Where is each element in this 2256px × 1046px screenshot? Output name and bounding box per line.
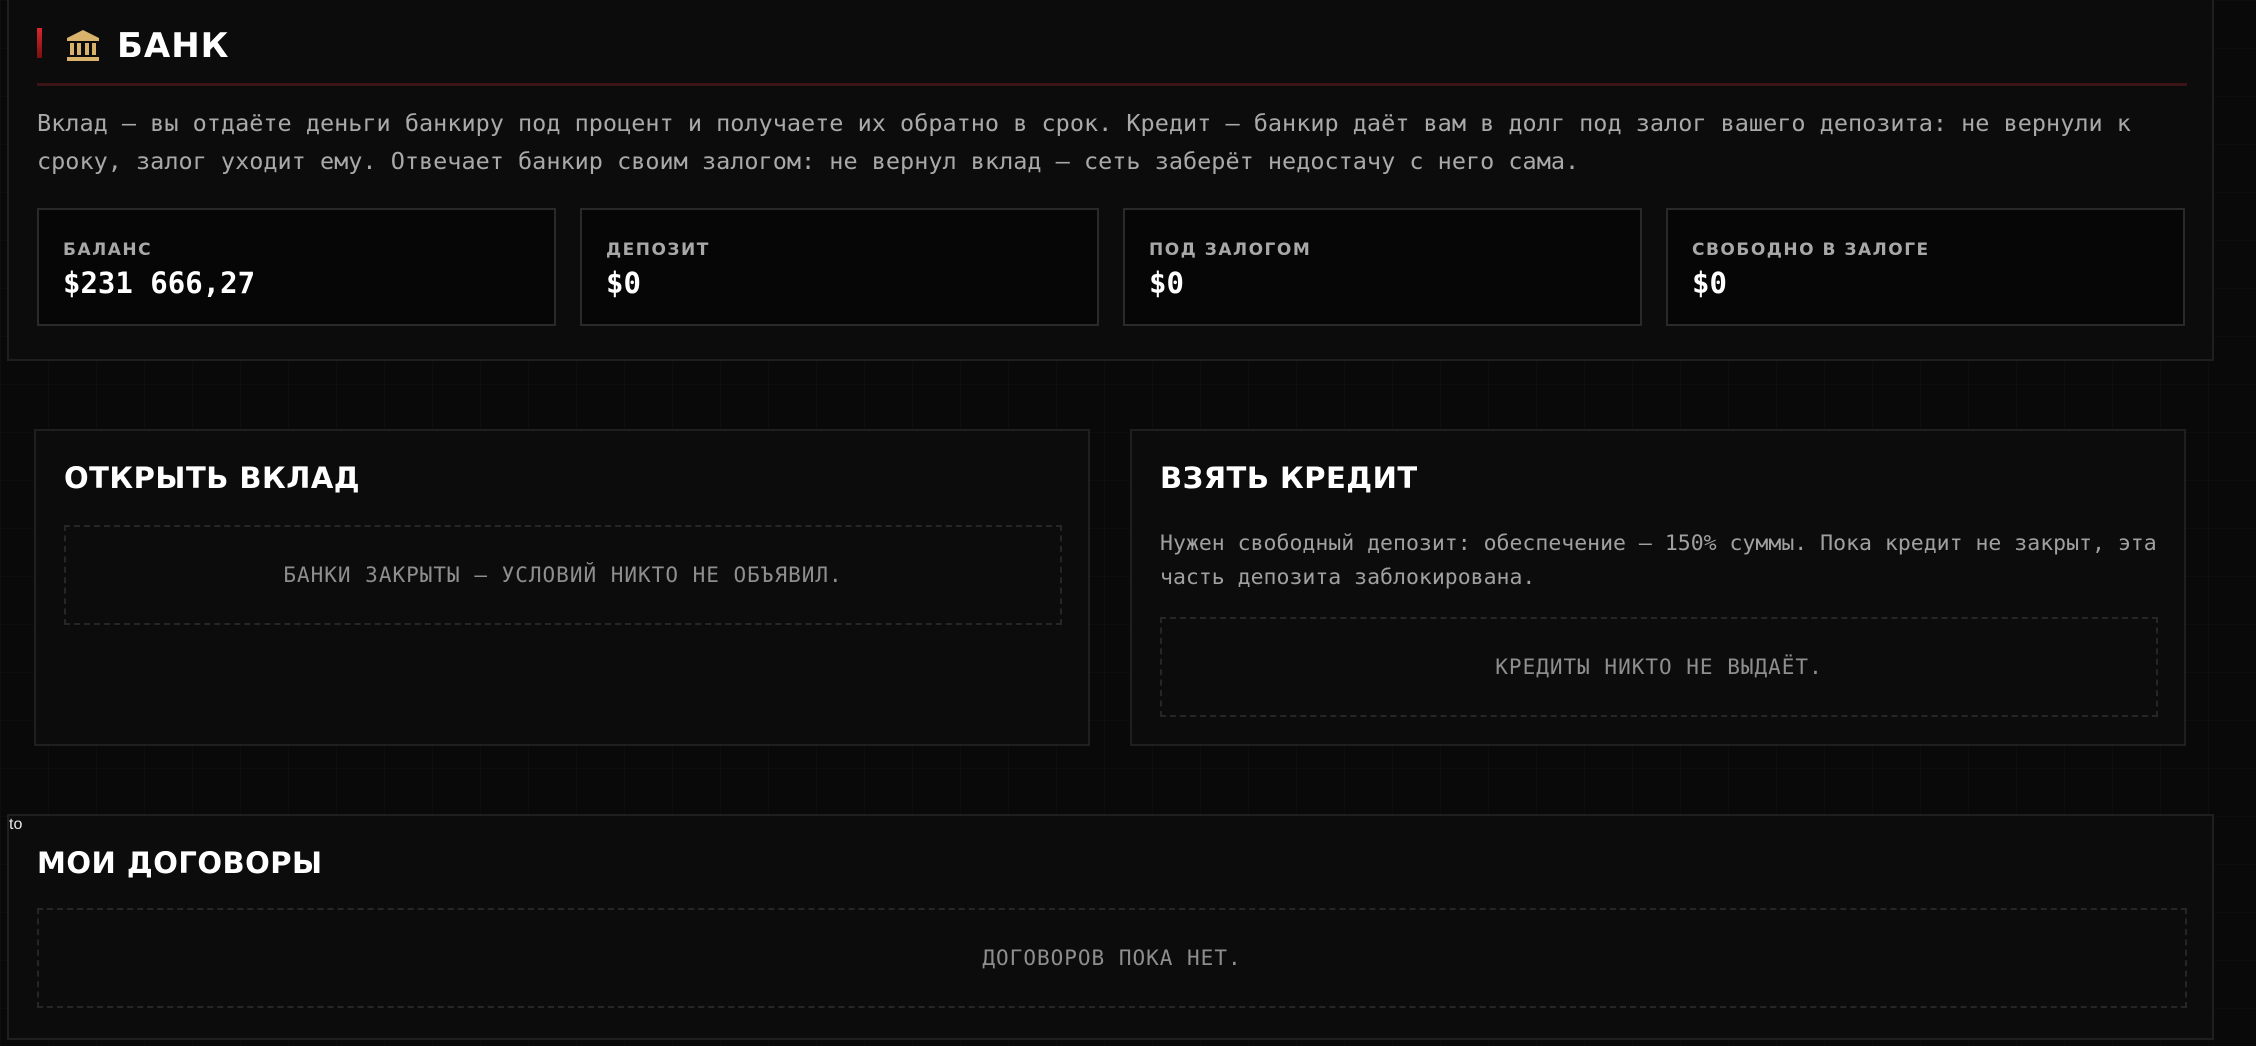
credit-empty-state: Кредиты никто не выдаёт. xyxy=(1160,617,2158,717)
stat-label: ДЕПОЗИТ xyxy=(606,240,710,260)
stat-label: БАЛАНС xyxy=(63,240,153,260)
contracts-empty-state: Договоров пока нет. xyxy=(37,908,2187,1008)
stat-card-deposit: ДЕПОЗИТ $0 xyxy=(580,208,1099,326)
my-contracts-panel: МОИ ДОГОВОРЫ to Договоров пока нет. xyxy=(7,814,2214,1040)
bank-header: БАНК xyxy=(37,26,2187,86)
take-credit-panel: ВЗЯТЬ КРЕДИТ Нужен свободный депозит: об… xyxy=(1130,429,2186,746)
stat-value: $231 666,27 xyxy=(63,266,256,300)
stat-value: $0 xyxy=(1692,266,1727,300)
stat-label: ПОД ЗАЛОГОМ xyxy=(1149,240,1312,260)
accent-bar xyxy=(37,28,42,58)
contracts-title: МОИ ДОГОВОРЫ xyxy=(37,846,323,880)
bank-panel: БАНК Вклад — вы отдаёте деньги банкиру п… xyxy=(7,0,2214,361)
stat-card-free-collateral: СВОБОДНО В ЗАЛОГЕ $0 xyxy=(1666,208,2185,326)
stat-card-collateral: ПОД ЗАЛОГОМ $0 xyxy=(1123,208,1642,326)
credit-description: Нужен свободный депозит: обеспечение — 1… xyxy=(1160,531,2157,590)
bank-building-icon xyxy=(67,30,99,61)
bank-description: Вклад — вы отдаёте деньги банкиру под пр… xyxy=(37,109,2131,175)
credit-title: ВЗЯТЬ КРЕДИТ xyxy=(1160,461,1418,495)
open-deposit-panel: ОТКРЫТЬ ВКЛАД Банки закрыты — условий ни… xyxy=(34,429,1090,746)
deposit-title: ОТКРЫТЬ ВКЛАД xyxy=(64,461,361,495)
stat-label: СВОБОДНО В ЗАЛОГЕ xyxy=(1692,240,1930,260)
stat-value: $0 xyxy=(1149,266,1184,300)
stat-value: $0 xyxy=(606,266,641,300)
stat-card-balance: БАЛАНС $231 666,27 xyxy=(37,208,556,326)
page-title: БАНК xyxy=(117,26,230,66)
deposit-empty-state: Банки закрыты — условий никто не объявил… xyxy=(64,525,1062,625)
